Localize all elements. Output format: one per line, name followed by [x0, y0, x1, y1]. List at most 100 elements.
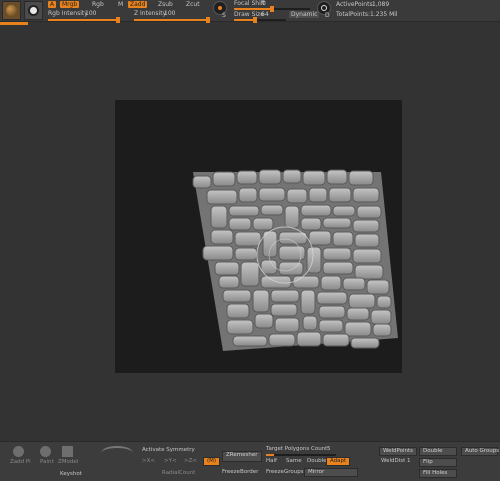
stone-block	[258, 169, 282, 185]
stone-block	[270, 289, 300, 303]
stone-block	[322, 217, 352, 229]
m-button[interactable]: M	[118, 1, 123, 8]
focal-shift-slider[interactable]	[234, 6, 310, 12]
stone-block	[356, 205, 382, 219]
double-mesh-button[interactable]: Double	[419, 447, 457, 456]
stone-block	[352, 187, 380, 203]
rgb-intensity-value: 100	[85, 10, 97, 17]
stone-block	[232, 335, 268, 347]
active-points-label: ActivePoints:	[336, 1, 375, 8]
freeze-border-button[interactable]: FreezeBorder	[222, 469, 258, 476]
z-intensity-value: 100	[164, 10, 176, 17]
texture-icon	[28, 5, 39, 16]
double-button[interactable]: Double	[307, 458, 327, 465]
symmetry-gauge-icon	[101, 446, 133, 460]
stone-block	[228, 217, 252, 231]
total-points-label: TotalPoints:	[336, 11, 371, 18]
stone-block	[326, 169, 348, 185]
sym-y-button[interactable]: >Y<	[164, 458, 177, 465]
stone-block	[192, 175, 212, 189]
radial-count-slider[interactable]: RadialCount	[162, 470, 195, 477]
zadd-pi-icon[interactable]	[13, 446, 24, 457]
mirror-button[interactable]: Mirror	[304, 468, 358, 477]
paint-icon[interactable]	[40, 446, 51, 457]
stone-block	[322, 247, 352, 261]
stone-block	[344, 321, 372, 337]
z-intensity-label: Z Intensity	[134, 10, 167, 17]
stone-block	[352, 219, 380, 233]
d-shortcut-label: D	[325, 12, 330, 19]
stone-block	[238, 187, 258, 203]
target-polygons-label: Target Polygons Count	[266, 446, 328, 452]
a-toggle[interactable]: A	[48, 1, 57, 8]
stone-block	[300, 289, 316, 315]
weld-points-button[interactable]: WeldPoints	[379, 447, 417, 456]
zsub-button[interactable]: Zsub	[158, 1, 173, 8]
zcut-button[interactable]: Zcut	[186, 1, 200, 8]
fill-holes-button[interactable]: Fill Holes	[419, 469, 457, 478]
activate-symmetry-button[interactable]: Activate Symmetry	[142, 447, 195, 454]
stone-block	[332, 205, 356, 217]
material-swatch-button[interactable]	[2, 1, 21, 20]
radial-m-button[interactable]: (M)	[203, 457, 221, 466]
z-intensity-slider[interactable]	[134, 17, 210, 23]
zadd-pi-label: Zadd Pi	[10, 459, 31, 465]
stone-block	[296, 331, 322, 347]
adapt-button[interactable]: Adapt	[326, 457, 351, 466]
stone-block	[354, 233, 380, 248]
texture-swatch-button[interactable]	[24, 1, 43, 20]
stone-block	[234, 231, 262, 247]
stone-block	[214, 261, 240, 276]
draw-size-value: 64	[261, 11, 269, 18]
stone-wall-mesh	[192, 169, 398, 351]
stone-block	[258, 187, 286, 202]
zremesher-button[interactable]: ZRemesher	[222, 451, 262, 462]
stone-block	[206, 189, 238, 205]
stone-block	[318, 319, 344, 333]
zmodel-icon[interactable]	[62, 446, 73, 457]
stone-block	[240, 261, 260, 287]
sym-z-button[interactable]: >Z<	[184, 458, 197, 465]
stone-block	[282, 169, 302, 184]
freeze-groups-button[interactable]: FreezeGroups	[266, 469, 304, 476]
auto-groups-button[interactable]: Auto Groups	[461, 447, 499, 456]
viewport-canvas[interactable]	[115, 100, 402, 373]
keyshot-button[interactable]: Keyshot	[60, 471, 82, 478]
stone-block	[202, 245, 234, 261]
rgb-intensity-label: Rgb Intensity	[48, 10, 88, 17]
stone-block	[372, 323, 392, 337]
stone-block	[346, 307, 370, 321]
weld-dist-value: 1	[407, 458, 411, 464]
stone-block	[226, 319, 254, 335]
stone-block	[322, 261, 354, 275]
focal-shift-label: Focal Shift	[234, 0, 266, 7]
target-polygons-slider[interactable]	[266, 454, 336, 456]
stone-block	[348, 293, 376, 309]
zadd-button[interactable]: Zadd	[128, 1, 148, 8]
stone-block	[226, 303, 250, 319]
same-button[interactable]: Same	[286, 458, 302, 465]
draw-size-slider[interactable]	[234, 17, 286, 23]
stone-block	[228, 205, 260, 217]
draw-size-label: Draw Size	[234, 11, 264, 18]
stone-block	[318, 305, 346, 319]
stone-block	[348, 170, 374, 186]
stone-block	[286, 188, 308, 204]
mrgb-button[interactable]: Mrgb	[60, 1, 80, 8]
stone-block	[210, 229, 234, 245]
half-button[interactable]: Half	[266, 458, 277, 465]
stone-block	[352, 248, 382, 264]
stone-block	[332, 231, 354, 247]
stone-block	[292, 275, 320, 289]
bottom-panel: Zadd Pi Paint ZModel Keyshot Activate Sy…	[0, 441, 500, 481]
stone-block	[234, 247, 258, 261]
flip-button[interactable]: Flip	[419, 458, 457, 467]
stone-block	[302, 315, 318, 331]
stone-block	[320, 275, 342, 291]
rgb-button[interactable]: Rgb	[92, 1, 104, 8]
stone-block	[366, 279, 390, 295]
sym-x-button[interactable]: >X<	[142, 458, 155, 465]
dynamic-toggle[interactable]: Dynamic	[289, 11, 320, 18]
rgb-intensity-slider[interactable]	[48, 17, 120, 23]
stone-block	[252, 217, 274, 231]
